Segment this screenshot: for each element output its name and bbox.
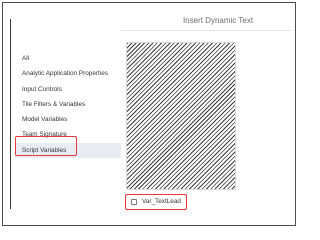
category-item-input-controls[interactable]: Input Controls bbox=[15, 82, 121, 97]
title-divider bbox=[121, 30, 292, 31]
variable-checkbox[interactable] bbox=[131, 199, 137, 205]
redacted-content-area bbox=[126, 42, 236, 190]
variable-option-var-textlead[interactable]: Var_TextLead bbox=[125, 194, 187, 210]
selected-category-highlight bbox=[15, 136, 77, 156]
category-item-tile-filters-variables[interactable]: Tile Filters & Variables bbox=[15, 97, 121, 112]
dialog-frame: Insert Dynamic Text All Analytic Applica… bbox=[2, 2, 296, 226]
dialog-title: Insert Dynamic Text bbox=[182, 16, 254, 25]
category-item-analytic-application-properties[interactable]: Analytic Application Properties bbox=[15, 66, 121, 81]
category-item-model-variables[interactable]: Model Variables bbox=[15, 112, 121, 127]
left-rail-line bbox=[10, 19, 11, 209]
variable-label: Var_TextLead bbox=[142, 198, 181, 205]
category-item-all[interactable]: All bbox=[15, 51, 121, 66]
